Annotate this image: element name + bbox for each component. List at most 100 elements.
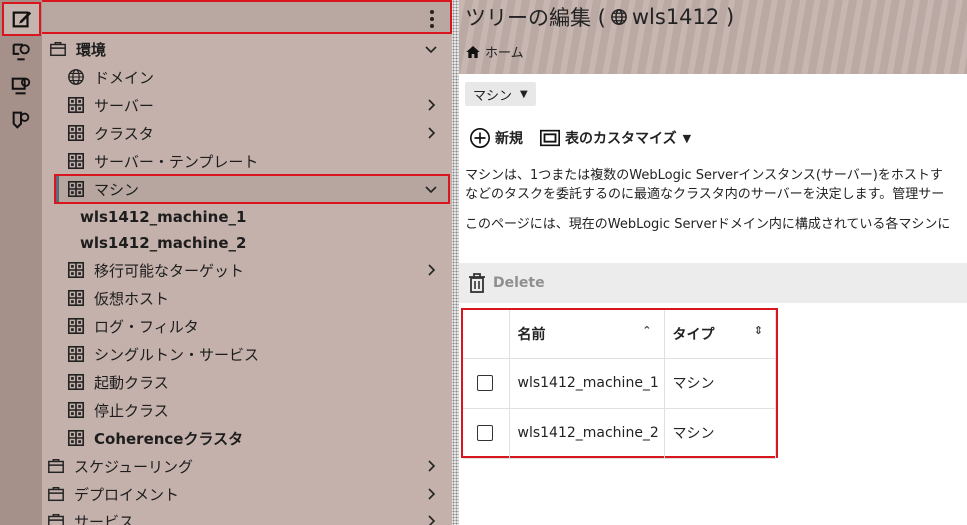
tree-item[interactable]: デプロイメント [46,481,448,507]
tree-item[interactable]: マシン [54,174,450,204]
row-select-cell [463,408,510,459]
grid-icon [66,400,86,420]
edit-tree-button[interactable] [2,2,41,36]
customize-table-label: 表のカスタマイズ [565,131,677,147]
table-settings-icon [540,129,560,147]
tree-item[interactable]: wls1412_machine_1 [80,204,448,230]
tree-header [42,0,452,34]
kebab-menu-icon[interactable] [426,8,438,30]
tree-item-label: シングルトン・サービス [94,345,260,364]
configuration-view-button[interactable] [6,38,36,66]
cell-type: マシン [664,358,776,409]
tree-item[interactable]: 移行可能なターゲット [66,257,448,283]
chevron-right-icon[interactable] [424,126,438,140]
tree-item[interactable]: ドメイン [66,64,448,90]
machines-table: 名前 ⌃ タイプ ⇕ wls1412_machine_1 マシン wls1412_m… [461,308,778,459]
chevron-down-icon[interactable] [424,42,438,56]
description-line-2: などのタスクを委託するのに最適なクラスタ内のサーバーを決定します。管理サー [465,187,945,202]
tree-item[interactable]: wls1412_machine_2 [80,230,448,256]
grid-icon [66,260,86,280]
title-suffix: ) [725,5,735,29]
description-line-1: マシンは、1つまたは複数のWebLogic Serverインスタンス(サーバー)… [465,168,943,183]
briefcase-icon [48,39,68,59]
tree-item-label: デプロイメント [74,485,180,504]
monitor-chart-icon [11,77,31,95]
chevron-right-icon[interactable] [424,459,438,473]
tree-item-label: 停止クラス [94,401,169,420]
tree-item-label: 起動クラス [94,373,169,392]
globe-icon [66,67,86,87]
breadcrumb[interactable]: ホーム [465,42,524,61]
tree-item-label: wls1412_machine_1 [80,208,247,226]
row-select-cell [463,358,510,409]
page-title: ツリーの編集 ( wls1412 ) [465,2,734,32]
pencil-square-icon [12,11,31,28]
tree-item-label: クラスタ [94,124,154,143]
tree-item-label: ログ・フィルタ [94,317,199,336]
briefcase-icon [46,456,66,476]
tree-item[interactable]: サーバー・テンプレート [66,148,448,174]
tree-item-label: マシン [94,180,140,199]
tree-item[interactable]: シングルトン・サービス [66,341,448,367]
tree-item[interactable]: クラスタ [66,120,448,146]
tree-item-label: 移行可能なターゲット [94,261,245,280]
sort-toggle-icon[interactable]: ⇕ [754,324,763,337]
tree-item-label: wls1412_machine_2 [80,234,247,252]
table-row[interactable]: wls1412_machine_1 マシン [463,358,776,409]
title-domain: wls1412 [631,5,720,29]
new-button[interactable]: 新規 [469,127,523,149]
chevron-down-icon[interactable] [424,182,438,196]
column-header-name-label: 名前 [517,326,546,343]
tree-item-label: サービス [74,512,135,525]
tree-item-label: 仮想ホスト [94,289,170,308]
tree-item-label: サーバー・テンプレート [94,152,259,171]
cell-name[interactable]: wls1412_machine_2 [509,408,665,459]
column-header-name[interactable]: 名前 ⌃ [509,310,665,359]
grid-icon [66,316,86,336]
column-header-type[interactable]: タイプ ⇕ [664,310,776,359]
chevron-right-icon[interactable] [424,487,438,501]
edit-tree-panel: 環境ドメインサーバークラスタサーバー・テンプレート マシン wls1412_mach… [42,0,452,525]
plus-circle-icon [470,128,490,148]
chevron-right-icon[interactable] [424,98,438,112]
type-dropdown[interactable]: マシン ▼ [465,82,536,106]
tree-item[interactable]: ログ・フィルタ [66,313,448,339]
row-checkbox[interactable] [477,375,493,391]
tree-item-label: スケジューリング [74,457,193,476]
grid-icon [66,344,86,364]
sort-ascending-icon[interactable]: ⌃ [642,324,651,337]
tree-item[interactable]: サーバー [66,92,448,118]
tree-item[interactable]: スケジューリング [46,453,448,479]
cell-name[interactable]: wls1412_machine_1 [509,358,665,409]
type-dropdown-value: マシン [473,88,513,104]
tree-item[interactable]: 起動クラス [66,369,448,395]
customize-table-button[interactable]: 表のカスタマイズ ▼ [539,127,691,149]
tree-item-label: Coherenceクラスタ [94,429,244,448]
description-line-3: このページには、現在のWebLogic Serverドメイン内に構成されている各… [465,217,951,232]
chevron-right-icon[interactable] [424,263,438,277]
tree-item[interactable]: 仮想ホスト [66,285,448,311]
tree-item-label: ドメイン [94,68,155,87]
monitor-gear-icon [12,43,30,61]
delete-button[interactable]: Delete [467,272,545,294]
table-row[interactable]: wls1412_machine_2 マシン [463,408,776,459]
page-header: ツリーの編集 ( wls1412 ) ホーム [459,0,967,74]
tree-item[interactable]: 停止クラス [66,397,448,423]
cell-type: マシン [664,408,776,459]
caret-down-icon: ▼ [520,88,528,100]
column-header-type-label: タイプ [672,326,715,343]
select-column-header [463,310,510,359]
toolbar: 新規 表のカスタマイズ ▼ [469,126,691,150]
tree-item[interactable]: 環境 [48,36,448,62]
breadcrumb-home[interactable]: ホーム [485,42,524,61]
tree-item-label: 環境 [76,40,107,59]
chevron-right-icon[interactable] [424,514,438,525]
tree-item[interactable]: Coherenceクラスタ [66,425,448,451]
row-checkbox[interactable] [477,425,493,441]
main-content: ツリーの編集 ( wls1412 ) ホーム マシン ▼ 新規 表のカスタマイズ… [459,0,967,525]
panel-splitter[interactable] [452,0,459,525]
monitoring-view-button[interactable] [6,72,36,100]
tree-item-label: サーバー [94,96,154,115]
security-view-button[interactable] [6,106,36,134]
tree-item[interactable]: サービス [46,508,448,525]
